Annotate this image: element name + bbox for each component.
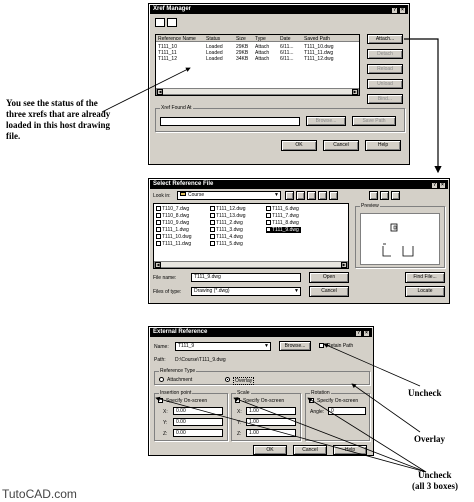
attach-to-select-arrow bbox=[404, 38, 442, 174]
uncheck-all-arrow-1 bbox=[155, 396, 427, 473]
status-pointer-arrow bbox=[101, 67, 191, 113]
overlay-arrow bbox=[351, 383, 421, 433]
annotation-arrows bbox=[101, 38, 442, 473]
uncheck-retain-arrow bbox=[323, 343, 421, 387]
uncheck-all-arrow-2 bbox=[233, 397, 427, 473]
uncheck-all-arrow-3 bbox=[307, 397, 427, 473]
